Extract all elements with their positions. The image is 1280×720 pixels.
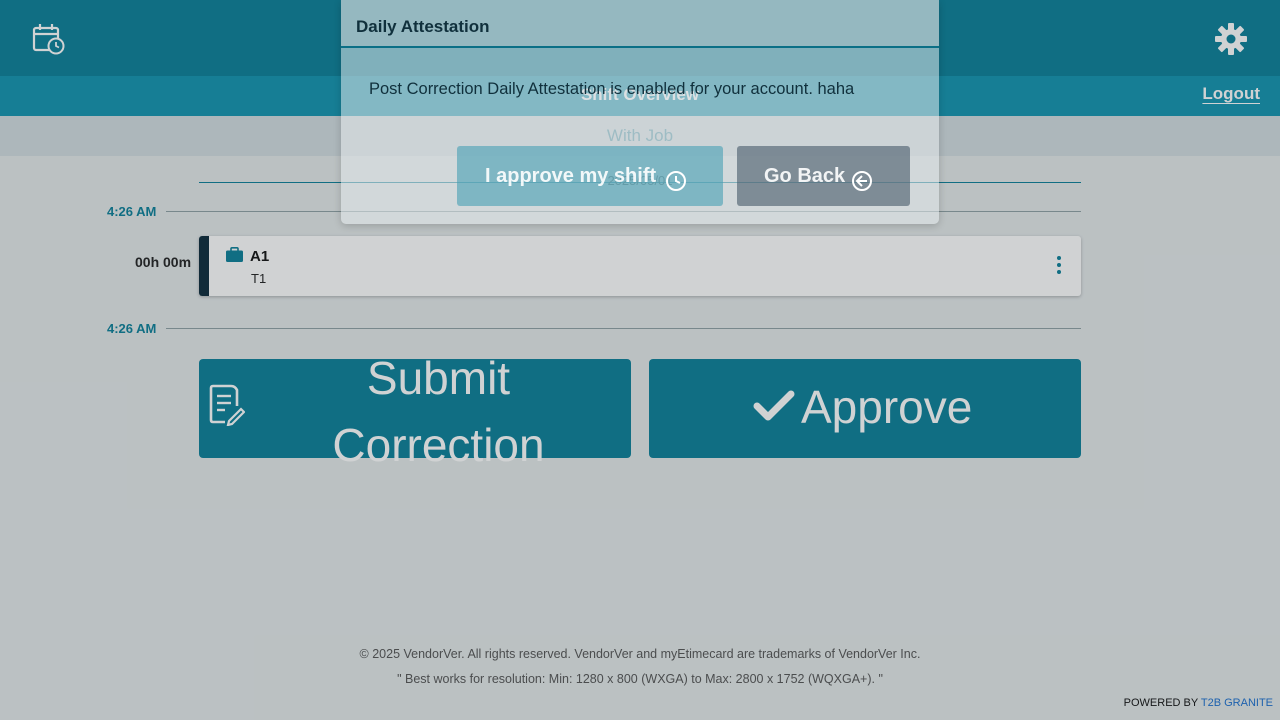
modal-message: Post Correction Daily Attestation is ena…	[369, 80, 855, 98]
approve-shift-label: I approve my shift	[485, 165, 657, 187]
modal-header: Daily Attestation	[341, 0, 939, 48]
go-back-label: Go Back	[764, 165, 846, 187]
go-back-button[interactable]: Go Back	[737, 146, 910, 206]
attestation-modal: Daily Attestation Post Correction Daily …	[341, 0, 939, 224]
approve-shift-button[interactable]: I approve my shift	[457, 146, 723, 206]
arrow-left-circle-icon	[852, 171, 872, 191]
clock-icon	[666, 171, 686, 191]
modal-title: Daily Attestation	[356, 17, 490, 36]
